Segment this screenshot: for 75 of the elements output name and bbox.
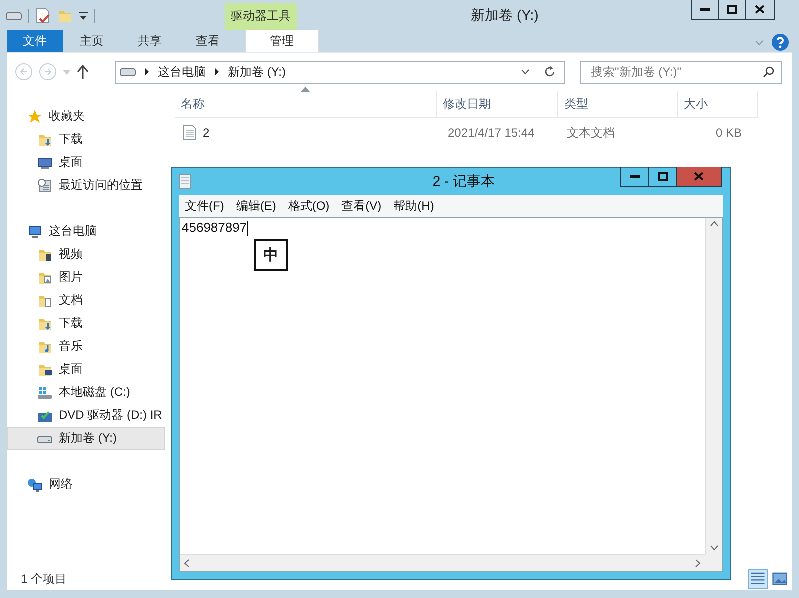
minimize-icon <box>700 8 710 11</box>
table-cell: 0 KB <box>716 126 742 140</box>
local-disk-icon <box>37 384 53 400</box>
breadcrumb[interactable]: 新加卷 (Y:) <box>228 64 286 80</box>
drive-icon[interactable] <box>6 11 22 21</box>
sidebar-item[interactable]: 桌面 <box>7 151 165 174</box>
window-title: 新加卷 (Y:) <box>470 7 540 25</box>
ribbon-tab[interactable]: 主页 <box>63 30 121 52</box>
table-cell: 文本文档 <box>567 124 615 142</box>
chevron-right-icon <box>214 68 220 76</box>
dropdown-icon[interactable] <box>521 69 530 75</box>
scroll-right-icon[interactable] <box>695 558 701 568</box>
close-icon <box>755 5 765 14</box>
table-cell: 2021/4/17 15:44 <box>448 126 535 140</box>
sidebar-item[interactable]: 本地磁盘 (C:) <box>7 381 165 404</box>
search-icon <box>763 66 775 78</box>
sidebar-item[interactable]: DVD 驱动器 (D:) IR <box>7 404 165 427</box>
breadcrumb[interactable]: 这台电脑 <box>158 64 206 80</box>
column-header[interactable]: 名称 <box>175 91 437 117</box>
sidebar-group[interactable]: 这台电脑 <box>7 220 165 243</box>
column-header[interactable]: 大小 <box>678 91 758 117</box>
search-field[interactable]: 搜索"新加卷 (Y:)" <box>580 60 782 84</box>
vertical-scrollbar[interactable] <box>705 218 722 554</box>
sidebar-item[interactable]: 最近访问的位置 <box>7 174 165 197</box>
refresh-icon[interactable] <box>544 66 556 78</box>
sidebar-item[interactable]: 图片 <box>7 266 165 289</box>
sidebar-item[interactable]: 下载 <box>7 312 165 335</box>
horizontal-scrollbar[interactable] <box>180 554 705 571</box>
ribbon-tab[interactable]: 管理 <box>245 30 319 52</box>
recent-places-icon <box>37 178 53 194</box>
text-file-icon <box>183 125 197 141</box>
sidebar-item[interactable]: 视频 <box>7 243 165 266</box>
sidebar-group[interactable]: 收藏夹 <box>7 105 165 128</box>
input-mode-indicator: 中 <box>254 239 288 271</box>
sidebar-group[interactable]: 网络 <box>7 473 165 496</box>
column-header[interactable]: 类型 <box>558 91 678 117</box>
details-view-icon[interactable] <box>748 569 768 589</box>
maximize-icon <box>658 172 668 181</box>
properties-icon[interactable] <box>35 8 51 24</box>
menu-item[interactable]: 文件(F) <box>179 198 230 214</box>
chevron-right-icon <box>144 68 150 76</box>
menu-item[interactable]: 编辑(E) <box>230 198 282 214</box>
menu-item[interactable]: 查看(V) <box>336 198 388 214</box>
network-icon <box>27 476 43 492</box>
sidebar-item[interactable]: 桌面 <box>7 358 165 381</box>
menu-item[interactable]: 帮助(H) <box>388 198 440 214</box>
item-count: 1 个项目 <box>21 570 68 588</box>
sidebar-item[interactable]: 音乐 <box>7 335 165 358</box>
minimize-icon <box>630 175 640 178</box>
file-row[interactable]: 2 2021/4/17 15:44 文本文档 0 KB <box>175 118 792 148</box>
scroll-left-icon[interactable] <box>184 558 190 568</box>
dropdown-icon[interactable] <box>79 12 88 20</box>
editor-text: 456987897 <box>182 220 248 235</box>
ribbon-tab[interactable]: 共享 <box>121 30 179 52</box>
scroll-down-icon[interactable] <box>710 545 718 551</box>
sidebar-item[interactable]: 文档 <box>7 289 165 312</box>
notepad-icon <box>179 174 191 189</box>
drive-icon <box>120 67 136 77</box>
close-icon <box>694 172 704 181</box>
address-bar[interactable]: 这台电脑 新加卷 (Y:) <box>115 60 565 84</box>
star-icon <box>27 108 43 124</box>
computer-icon <box>27 224 43 240</box>
sidebar-item[interactable]: 新加卷 (Y:) <box>7 427 165 450</box>
ribbon-tab[interactable]: 查看 <box>179 30 237 52</box>
window-title: 2 - 记事本 <box>432 173 496 191</box>
maximize-icon <box>727 5 737 14</box>
up-arrow-icon[interactable] <box>77 65 89 79</box>
scroll-up-icon[interactable] <box>710 221 718 227</box>
table-cell: 2 <box>203 126 210 140</box>
context-tab-label: 驱动器工具 <box>225 3 297 30</box>
menu-item[interactable]: 格式(O) <box>282 198 336 214</box>
column-header[interactable]: 修改日期 <box>436 91 558 117</box>
file-menu-tab[interactable]: 文件 <box>7 30 63 52</box>
sidebar-item[interactable]: 下载 <box>7 128 165 151</box>
help-icon[interactable] <box>772 34 789 51</box>
